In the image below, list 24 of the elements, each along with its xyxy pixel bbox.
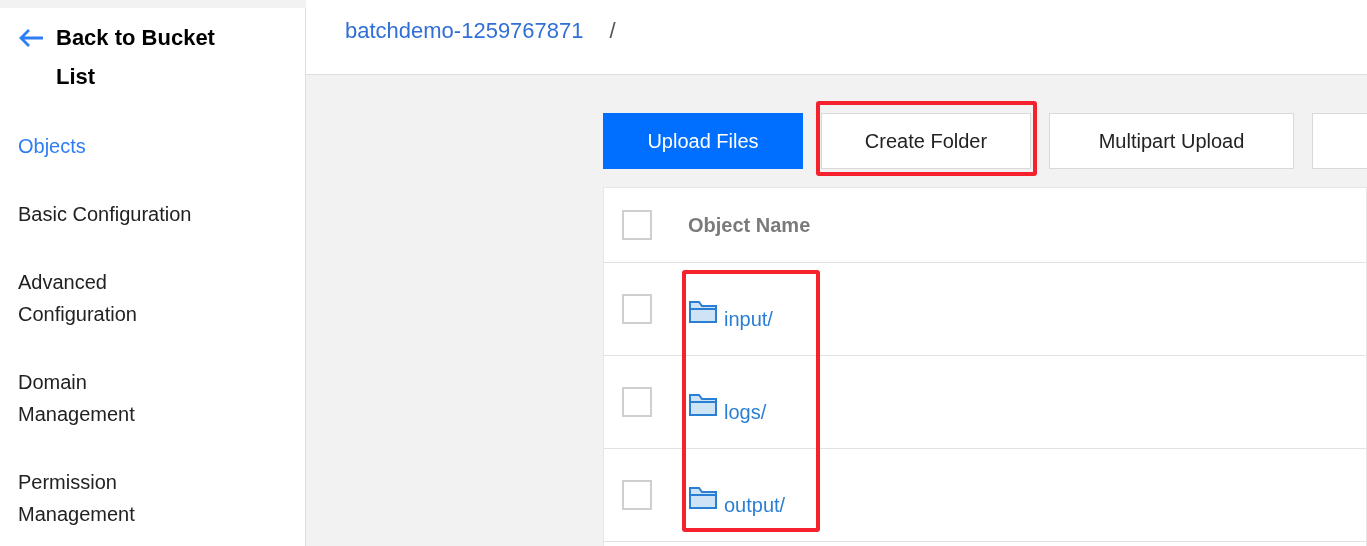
breadcrumb-separator: / [609, 17, 616, 45]
sidebar-item[interactable]: Advanced Configuration [18, 266, 198, 330]
row-checkbox[interactable] [622, 294, 652, 324]
folder-icon [688, 393, 718, 417]
row-checkbox[interactable] [622, 387, 652, 417]
sidebar-item[interactable]: Permission Management [18, 466, 198, 530]
sidebar-item[interactable]: Basic Configuration [18, 198, 198, 230]
sidebar-item[interactable]: Domain Management [18, 366, 198, 430]
back-link[interactable]: Back to Bucket List [18, 18, 305, 96]
folder-link[interactable]: output/ [724, 494, 786, 516]
breadcrumb-link[interactable]: batchdemo-1259767871 [345, 14, 584, 47]
folder-link[interactable]: input/ [724, 308, 773, 330]
toolbar-button[interactable]: Create Folder [821, 113, 1031, 169]
back-arrow-icon [18, 28, 44, 48]
toolbar-button[interactable] [1312, 113, 1367, 169]
column-header: Object Name [688, 213, 811, 238]
folder-icon [688, 486, 718, 510]
upload-files-button[interactable]: Upload Files [603, 113, 803, 169]
row-checkbox[interactable] [622, 480, 652, 510]
folder-link[interactable]: logs/ [724, 401, 767, 423]
select-all-checkbox[interactable] [622, 210, 652, 240]
sidebar-item[interactable]: Objects [18, 130, 198, 162]
toolbar-button[interactable]: Multipart Upload [1049, 113, 1294, 169]
folder-icon [688, 300, 718, 324]
